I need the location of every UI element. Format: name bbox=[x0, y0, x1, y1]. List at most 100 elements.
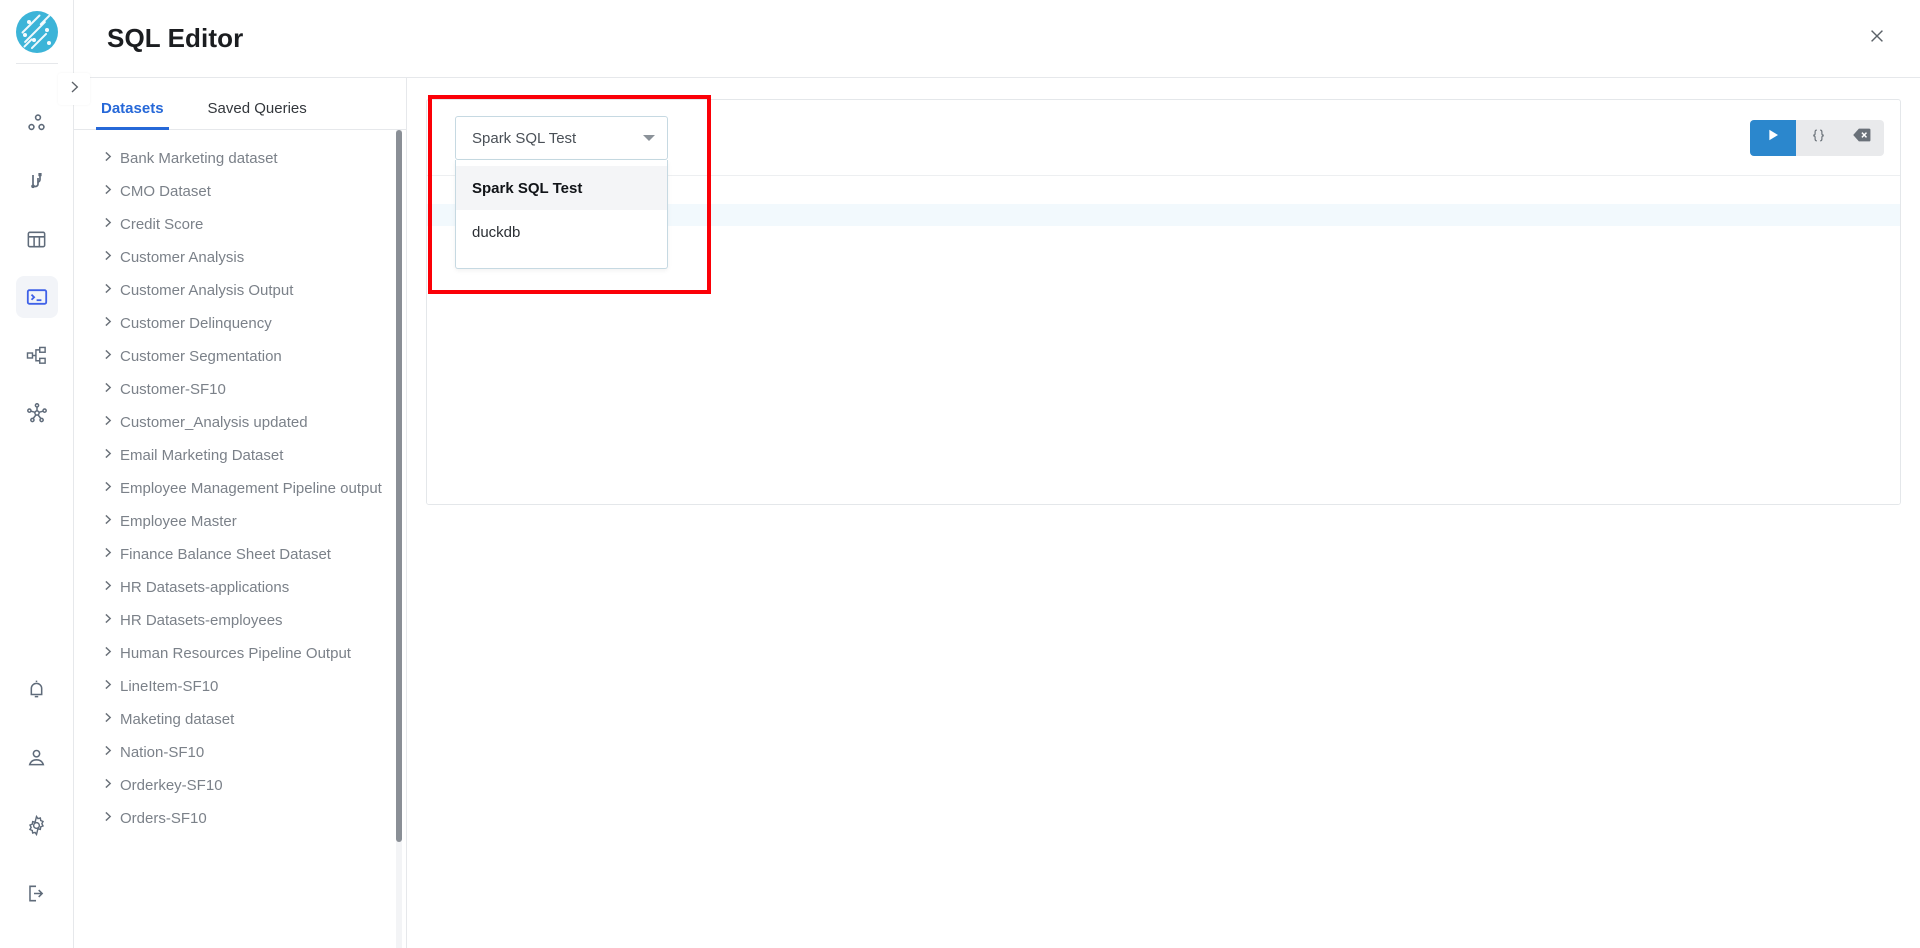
tab-datasets-label: Datasets bbox=[101, 100, 164, 117]
tab-datasets[interactable]: Datasets bbox=[96, 100, 169, 130]
database-option-label: Spark SQL Test bbox=[472, 179, 583, 197]
chevron-right-icon bbox=[96, 181, 118, 196]
dataset-list-item[interactable]: Customer Segmentation bbox=[74, 340, 392, 373]
chevron-right-icon bbox=[96, 313, 118, 328]
settings-button[interactable] bbox=[16, 804, 58, 846]
close-button[interactable] bbox=[1860, 22, 1894, 56]
database-select-menu: Spark SQL Test duckdb bbox=[455, 160, 668, 269]
chevron-right-icon bbox=[96, 247, 118, 262]
database-option-duckdb[interactable]: duckdb bbox=[456, 210, 667, 254]
dataset-list-item[interactable]: Human Resources Pipeline Output bbox=[74, 637, 392, 670]
clear-query-button[interactable] bbox=[1840, 120, 1884, 156]
terminal-icon bbox=[25, 285, 49, 309]
pipeline-icon bbox=[25, 344, 48, 367]
chevron-right-icon bbox=[96, 643, 118, 658]
dataset-list-item[interactable]: HR Datasets-applications bbox=[74, 571, 392, 604]
sidebar-item-tables[interactable] bbox=[16, 218, 58, 260]
database-option-label: duckdb bbox=[472, 223, 521, 241]
dataset-list-item[interactable]: Orderkey-SF10 bbox=[74, 769, 392, 802]
chevron-right-icon bbox=[96, 280, 118, 295]
database-option-spark-sql-test[interactable]: Spark SQL Test bbox=[456, 166, 667, 210]
dataset-list-item-label: Bank Marketing dataset bbox=[120, 150, 278, 167]
panel-collapse-toggle[interactable] bbox=[58, 73, 90, 105]
editor-action-buttons bbox=[1750, 119, 1884, 156]
dataset-list-item[interactable]: Employee Management Pipeline output bbox=[74, 472, 392, 505]
close-icon bbox=[1867, 26, 1887, 51]
dataset-list-item[interactable]: Credit Score bbox=[74, 208, 392, 241]
chevron-right-icon bbox=[96, 676, 118, 691]
chevron-right-icon bbox=[96, 478, 118, 493]
page-header: SQL Editor bbox=[74, 0, 1920, 77]
backspace-icon bbox=[1851, 124, 1873, 151]
chevron-right-icon bbox=[96, 709, 118, 724]
dataset-list-item[interactable]: LineItem-SF10 bbox=[74, 670, 392, 703]
app-rail bbox=[0, 0, 74, 948]
datasets-list: Bank Marketing dataset CMO Dataset Credit … bbox=[74, 142, 406, 835]
gear-icon bbox=[25, 814, 48, 837]
dataset-list-item-label: Maketing dataset bbox=[120, 711, 235, 728]
play-icon bbox=[1765, 127, 1781, 148]
run-query-button[interactable] bbox=[1750, 119, 1796, 156]
network-icon bbox=[25, 401, 49, 425]
dataset-list-item-label: Customer Segmentation bbox=[120, 348, 282, 365]
dataset-list-item-label: Customer Analysis Output bbox=[120, 282, 294, 299]
dataset-list-item[interactable]: Customer Analysis bbox=[74, 241, 392, 274]
dataset-list-item[interactable]: Email Marketing Dataset bbox=[74, 439, 392, 472]
sidebar-item-sql-editor[interactable] bbox=[15, 276, 58, 318]
dataset-list-item[interactable]: Bank Marketing dataset bbox=[74, 142, 392, 175]
dataset-list-item-label: Human Resources Pipeline Output bbox=[120, 645, 351, 662]
dataset-list-item-label: Email Marketing Dataset bbox=[120, 447, 284, 464]
chevron-right-icon bbox=[96, 148, 118, 163]
chevron-right-icon bbox=[96, 511, 118, 526]
chevron-right-icon bbox=[96, 214, 118, 229]
dataset-list-item[interactable]: HR Datasets-employees bbox=[74, 604, 392, 637]
dataset-list-item[interactable]: Employee Master bbox=[74, 505, 392, 538]
rail-secondary-nav bbox=[16, 668, 58, 914]
dataset-list-item-label: Customer_Analysis updated bbox=[120, 414, 308, 431]
database-select-value: Spark SQL Test bbox=[472, 129, 577, 147]
chevron-right-icon bbox=[96, 346, 118, 361]
chevron-right-icon bbox=[96, 808, 118, 823]
dataset-list-item[interactable]: Customer Analysis Output bbox=[74, 274, 392, 307]
rail-divider bbox=[15, 63, 58, 64]
table-icon bbox=[25, 228, 48, 251]
dataset-list-item[interactable]: Orders-SF10 bbox=[74, 802, 392, 835]
dataset-list-item-label: Finance Balance Sheet Dataset bbox=[120, 546, 331, 563]
dataset-list-item[interactable]: CMO Dataset bbox=[74, 175, 392, 208]
account-button[interactable] bbox=[16, 736, 58, 778]
circuit-globe-logo bbox=[15, 11, 58, 53]
dataset-list-item[interactable]: Customer-SF10 bbox=[74, 373, 392, 406]
chevron-right-icon bbox=[96, 775, 118, 790]
connector-icon bbox=[25, 169, 49, 193]
tab-saved-queries[interactable]: Saved Queries bbox=[206, 100, 309, 129]
dataset-list-item-label: Employee Master bbox=[120, 513, 237, 530]
dataset-list-item-label: Orderkey-SF10 bbox=[120, 777, 223, 794]
logout-button[interactable] bbox=[16, 872, 58, 914]
datasets-scroll-area: Bank Marketing dataset CMO Dataset Credit … bbox=[74, 130, 406, 948]
dataset-list-item-label: Nation-SF10 bbox=[120, 744, 205, 761]
datasets-scrollbar-thumb[interactable] bbox=[396, 130, 402, 842]
chevron-right-icon bbox=[96, 544, 118, 559]
dataset-list-item[interactable]: Customer_Analysis updated bbox=[74, 406, 392, 439]
dataset-list-item-label: HR Datasets-employees bbox=[120, 612, 283, 629]
dataset-list-item-label: Customer Delinquency bbox=[120, 315, 272, 332]
sql-editor-page: SQL Editor Datasets Saved Queries Bank M… bbox=[0, 0, 1920, 948]
bell-icon bbox=[25, 678, 48, 701]
dataset-list-item[interactable]: Maketing dataset bbox=[74, 703, 392, 736]
dataset-list-item-label: LineItem-SF10 bbox=[120, 678, 219, 695]
notifications-button[interactable] bbox=[16, 668, 58, 710]
chevron-down-icon bbox=[643, 135, 655, 141]
sidebar-item-projects[interactable] bbox=[16, 102, 58, 144]
sidebar-item-lineage[interactable] bbox=[16, 392, 58, 434]
database-select[interactable]: Spark SQL Test bbox=[455, 116, 668, 160]
dataset-list-item[interactable]: Finance Balance Sheet Dataset bbox=[74, 538, 392, 571]
dataset-list-item[interactable]: Customer Delinquency bbox=[74, 307, 392, 340]
panel-tabs: Datasets Saved Queries bbox=[74, 78, 406, 130]
dataset-list-item[interactable]: Nation-SF10 bbox=[74, 736, 392, 769]
nodes-icon bbox=[25, 111, 49, 135]
person-icon bbox=[25, 746, 48, 769]
sidebar-item-connections[interactable] bbox=[16, 160, 58, 202]
dataset-list-item-label: Credit Score bbox=[120, 216, 204, 233]
sidebar-item-pipelines[interactable] bbox=[16, 334, 58, 376]
format-query-button[interactable] bbox=[1796, 120, 1840, 156]
